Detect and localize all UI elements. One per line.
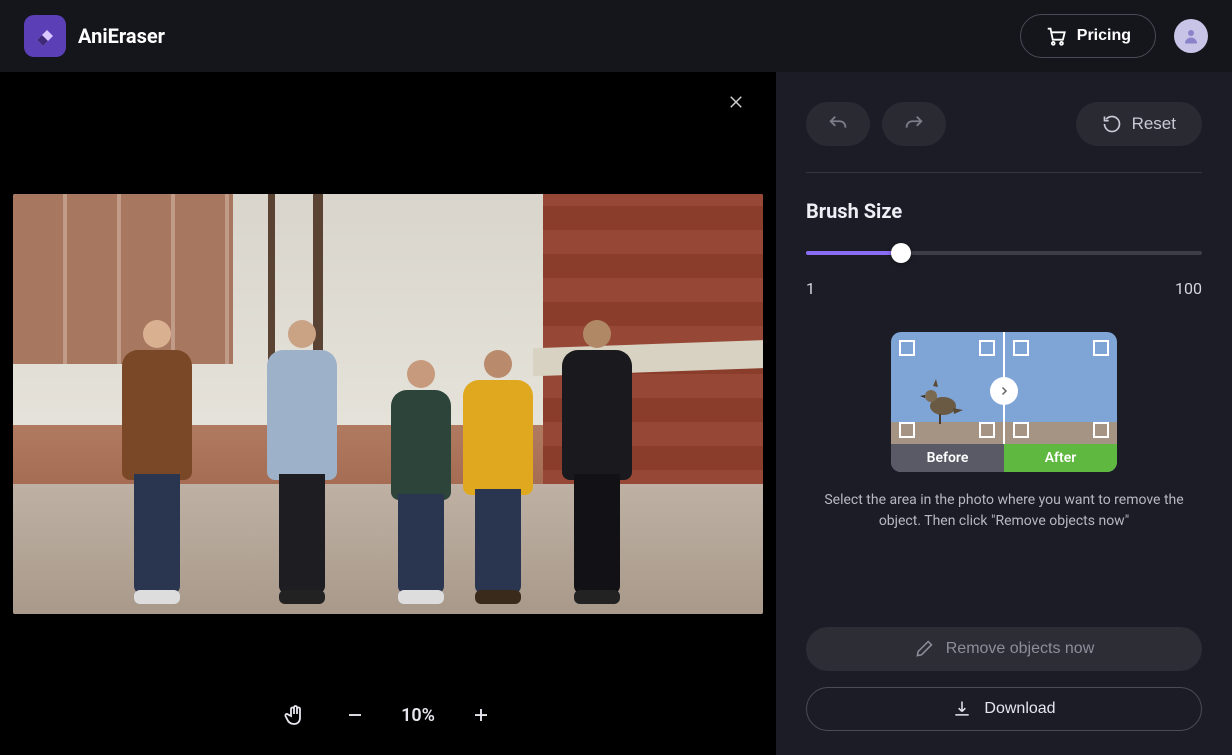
download-icon [952,699,972,719]
close-button[interactable] [724,90,748,114]
download-button[interactable]: Download [806,687,1202,731]
app-header: AniEraser Pricing [0,0,1232,72]
reset-label: Reset [1132,114,1176,134]
slider-min: 1 [806,279,815,298]
undo-icon [827,113,849,135]
minus-icon [346,706,364,724]
undo-button[interactable] [806,102,870,146]
user-avatar[interactable] [1174,19,1208,53]
remove-objects-button[interactable]: Remove objects now [806,627,1202,671]
user-icon [1182,27,1200,45]
sidebar: Reset Brush Size 1 100 [776,72,1232,755]
reset-button[interactable]: Reset [1076,102,1202,146]
chevron-right-icon [990,377,1018,405]
history-controls: Reset [806,96,1202,146]
pricing-label: Pricing [1077,27,1131,45]
canvas-area: 10% [0,72,776,755]
zoom-in-button[interactable] [467,701,495,729]
hint-text: Select the area in the photo where you w… [806,490,1202,532]
preview-image [13,194,763,614]
brand-name: AniEraser [78,24,165,48]
bottom-actions: Remove objects now Download [806,627,1202,731]
slider-thumb[interactable] [891,243,911,263]
reset-icon [1102,114,1122,134]
zoom-toolbar: 10% [0,675,776,755]
redo-button[interactable] [882,102,946,146]
plus-icon [472,706,490,724]
redo-icon [903,113,925,135]
before-label: Before [891,444,1004,472]
zoom-out-button[interactable] [341,701,369,729]
pan-tool-button[interactable] [281,701,309,729]
divider [806,172,1202,173]
bird-icon [919,376,969,426]
close-icon [727,93,745,111]
brush-size-title: Brush Size [806,199,1202,223]
slider-range-labels: 1 100 [806,279,1202,298]
brand: AniEraser [24,15,165,57]
after-label: After [1004,444,1117,472]
eraser-icon [914,639,934,659]
hand-icon [283,703,307,727]
zoom-level: 10% [401,705,435,726]
brush-size-slider[interactable] [806,241,1202,265]
download-label: Download [984,700,1055,718]
canvas-topbar [0,72,776,132]
main-layout: 10% [0,72,1232,755]
before-after-demo: Before After [891,332,1117,472]
header-actions: Pricing [1020,14,1208,58]
remove-objects-label: Remove objects now [946,640,1095,658]
canvas-viewport[interactable] [0,132,776,675]
slider-max: 100 [1175,279,1202,298]
eraser-icon [33,24,57,48]
pricing-button[interactable]: Pricing [1020,14,1156,58]
cart-icon [1045,25,1067,47]
app-logo [24,15,66,57]
